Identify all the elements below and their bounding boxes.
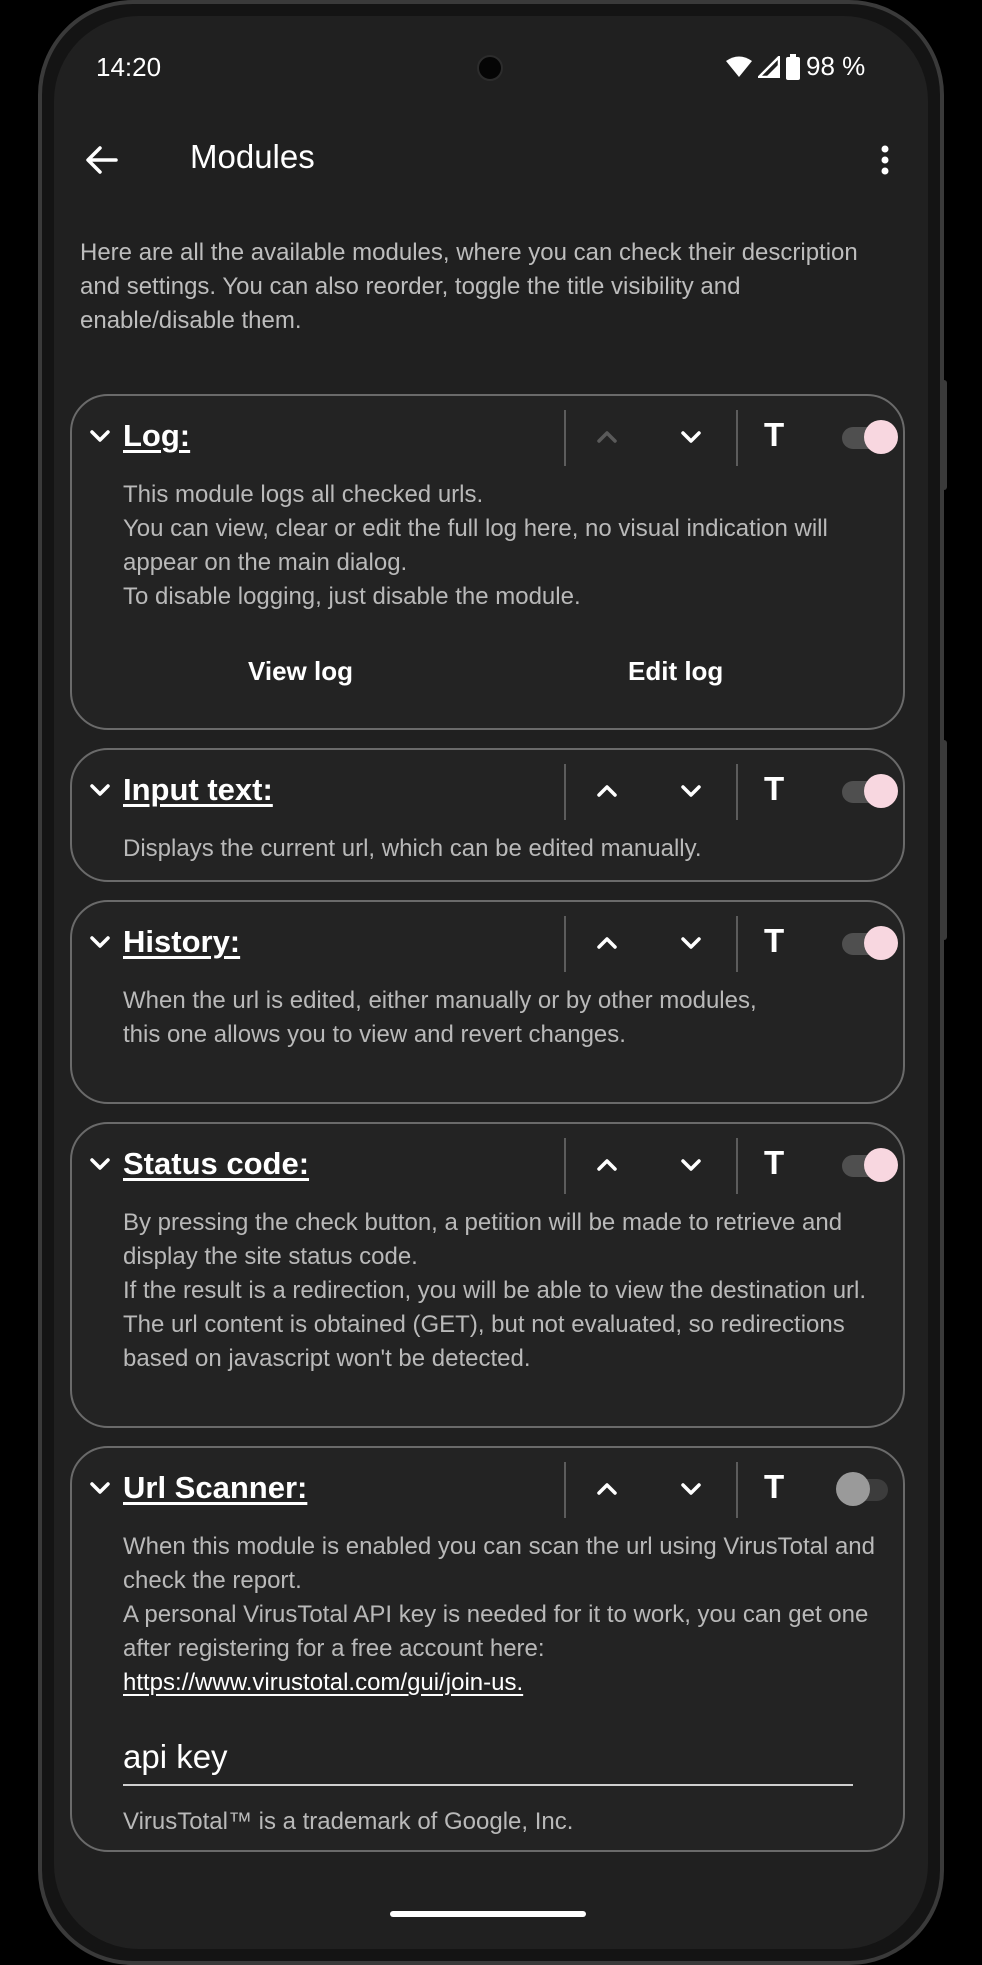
- divider: [736, 1138, 738, 1194]
- divider: [736, 916, 738, 972]
- chevron-down-icon[interactable]: [86, 776, 114, 804]
- signal-icon: [758, 55, 780, 78]
- title-visibility-toggle[interactable]: T: [764, 922, 784, 960]
- module-enable-switch[interactable]: [842, 774, 898, 808]
- battery-percent: 98 %: [806, 51, 866, 81]
- module-description: Displays the current url, which can be e…: [123, 835, 702, 862]
- title-visibility-toggle[interactable]: T: [764, 1144, 784, 1182]
- divider: [564, 916, 566, 972]
- volume-button: [940, 740, 947, 940]
- move-up-icon: [594, 424, 620, 450]
- chevron-down-icon[interactable]: [86, 422, 114, 450]
- wifi-icon: [726, 56, 752, 78]
- divider: [564, 1462, 566, 1518]
- api-key-underline: [123, 1784, 853, 1786]
- power-button: [940, 380, 947, 490]
- module-enable-switch[interactable]: [842, 1148, 898, 1182]
- module-card-url-scanner: Url Scanner: T When this module is enabl…: [70, 1446, 905, 1852]
- back-arrow-icon[interactable]: [82, 140, 122, 180]
- intro-text: Here are all the available modules, wher…: [80, 239, 858, 334]
- divider: [736, 1462, 738, 1518]
- edit-log-button[interactable]: Edit log: [628, 656, 723, 687]
- module-title[interactable]: Url Scanner:: [123, 1470, 307, 1506]
- chevron-down-icon[interactable]: [86, 1150, 114, 1178]
- move-down-icon[interactable]: [678, 930, 704, 956]
- module-enable-switch[interactable]: [836, 1472, 898, 1506]
- module-title[interactable]: Input text:: [123, 772, 273, 808]
- module-card-input-text: Input text: T Displays the current url, …: [70, 748, 905, 882]
- api-key-field[interactable]: api key: [123, 1738, 228, 1776]
- battery-icon: [786, 53, 800, 80]
- module-title[interactable]: History:: [123, 924, 240, 960]
- title-visibility-toggle[interactable]: T: [764, 770, 784, 808]
- gesture-nav-bar[interactable]: [390, 1911, 586, 1917]
- chevron-down-icon[interactable]: [86, 928, 114, 956]
- module-header: Input text: T: [72, 750, 903, 830]
- module-enable-switch[interactable]: [842, 420, 898, 454]
- module-description: By pressing the check button, a petition…: [123, 1209, 867, 1372]
- move-up-icon[interactable]: [594, 1152, 620, 1178]
- module-header: Log: T: [72, 396, 903, 476]
- front-camera: [477, 55, 503, 81]
- page-title: Modules: [190, 138, 315, 175]
- more-vert-icon[interactable]: [875, 140, 895, 180]
- module-description: When this module is enabled you can scan…: [123, 1533, 876, 1696]
- module-title[interactable]: Log:: [123, 418, 190, 454]
- module-description: This module logs all checked urls. You c…: [123, 481, 828, 610]
- module-card-status-code: Status code: T By pressing the check but…: [70, 1122, 905, 1428]
- divider: [564, 1138, 566, 1194]
- move-down-icon[interactable]: [678, 1152, 704, 1178]
- divider: [736, 410, 738, 466]
- move-down-icon[interactable]: [678, 778, 704, 804]
- module-header: History: T: [72, 902, 903, 982]
- move-down-icon[interactable]: [678, 1476, 704, 1502]
- move-down-icon[interactable]: [678, 424, 704, 450]
- divider: [736, 764, 738, 820]
- title-visibility-toggle[interactable]: T: [764, 1468, 784, 1506]
- move-up-icon[interactable]: [594, 778, 620, 804]
- status-icons: 98 %: [726, 51, 865, 82]
- title-visibility-toggle[interactable]: T: [764, 416, 784, 454]
- move-up-icon[interactable]: [594, 1476, 620, 1502]
- module-header: Status code: T: [72, 1124, 903, 1204]
- virustotal-link[interactable]: https://www.virustotal.com/gui/join-us.: [123, 1669, 523, 1696]
- status-time: 14:20: [96, 52, 162, 82]
- module-enable-switch[interactable]: [842, 926, 898, 960]
- module-card-log: Log: T This module logs all checked urls…: [70, 394, 905, 730]
- module-description: When the url is edited, either manually …: [123, 987, 757, 1048]
- module-header: Url Scanner: T: [72, 1448, 903, 1528]
- module-title[interactable]: Status code:: [123, 1146, 309, 1182]
- move-up-icon[interactable]: [594, 930, 620, 956]
- module-card-history: History: T When the url is edited, eithe…: [70, 900, 905, 1104]
- divider: [564, 410, 566, 466]
- divider: [564, 764, 566, 820]
- view-log-button[interactable]: View log: [248, 656, 353, 687]
- trademark-note: VirusTotal™ is a trademark of Google, In…: [123, 1808, 574, 1835]
- chevron-down-icon[interactable]: [86, 1474, 114, 1502]
